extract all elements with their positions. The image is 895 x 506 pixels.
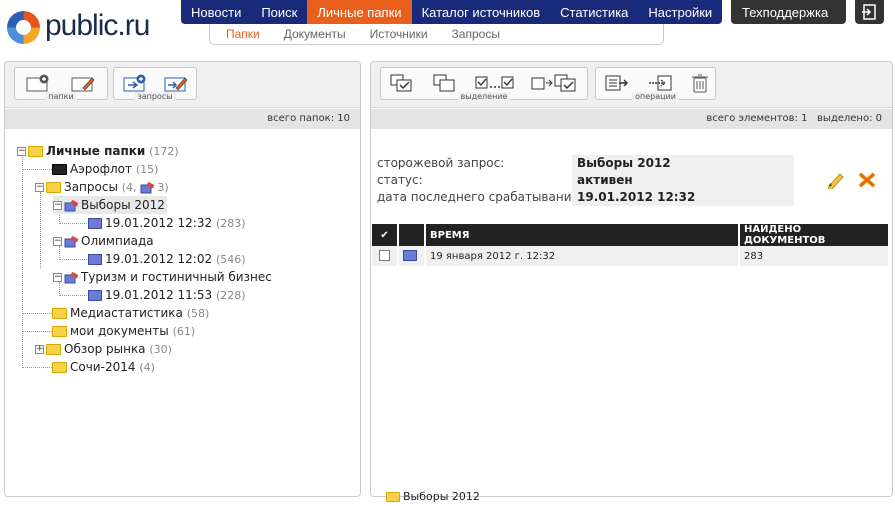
document-icon: [403, 250, 417, 262]
folders-toolbar: папки запросы: [5, 62, 360, 108]
folder-icon: [386, 492, 400, 502]
content-toolbar: выделение операции: [371, 62, 892, 108]
logo-text: public.ru: [45, 9, 150, 42]
elements-count: всего элементов: 1 выделено: 0: [371, 109, 892, 129]
tree-node-query-tourism[interactable]: − Туризм и гостиничный бизнес: [53, 268, 272, 286]
current-folder-indicator: Выборы 2012: [386, 490, 480, 503]
logo-icon: [7, 11, 40, 44]
logo[interactable]: public.ru: [7, 7, 167, 47]
row-checkbox[interactable]: [379, 250, 390, 262]
select-range-icon[interactable]: [475, 73, 515, 93]
tree-node-query-elections[interactable]: − Выборы 2012: [53, 196, 167, 214]
results-table: ✔ ВРЕМЯ НАЙДЕНО ДОКУМЕНТОВ 19 января 201…: [372, 224, 890, 266]
row-found: 283: [739, 246, 890, 266]
content-panel: выделение операции всего элементов: 1 вы…: [370, 61, 893, 497]
subtab-folders[interactable]: Папки: [226, 24, 272, 44]
document-icon: [88, 290, 102, 301]
nav-statistics[interactable]: Статистика: [550, 0, 638, 24]
tree-node-result-elections[interactable]: 19.01.2012 12:32 (283): [88, 214, 246, 232]
total-elements: всего элементов: 1: [706, 113, 808, 124]
tree-node-query-olympiad[interactable]: − Олимпиада: [53, 232, 154, 250]
folders-count: всего папок: 10: [5, 109, 360, 129]
support-button[interactable]: Техподдержка: [731, 0, 846, 24]
last-trigger-label: дата последнего срабатывания:: [377, 190, 583, 204]
invert-selection-icon[interactable]: [531, 73, 581, 93]
tree-node-result-olympiad[interactable]: 19.01.2012 12:02 (546): [88, 250, 246, 268]
queries-group: запросы: [113, 67, 197, 101]
new-query-icon[interactable]: [123, 73, 147, 93]
select-column-header[interactable]: ✔: [372, 224, 399, 246]
nav-source-catalog[interactable]: Каталог источников: [412, 0, 551, 24]
collapse-toggle[interactable]: −: [53, 273, 62, 282]
current-folder-label: Выборы 2012: [403, 490, 480, 503]
folders-group: папки: [14, 67, 108, 101]
document-icon: [88, 218, 102, 229]
status-value: активен: [572, 172, 794, 189]
nav-search[interactable]: Поиск: [251, 0, 307, 24]
move-icon[interactable]: [648, 73, 672, 93]
folder-icon: [46, 182, 61, 193]
edit-query-icon[interactable]: [164, 73, 188, 93]
subtab-queries[interactable]: Запросы: [452, 24, 512, 44]
delete-icon[interactable]: [857, 171, 877, 189]
new-folder-icon[interactable]: [26, 73, 50, 93]
edit-icon[interactable]: [826, 171, 846, 189]
subtab-sources[interactable]: Источники: [370, 24, 440, 44]
collapse-toggle[interactable]: −: [53, 237, 62, 246]
logout-icon: [862, 4, 876, 20]
document-icon: [88, 254, 102, 265]
time-column-header[interactable]: ВРЕМЯ: [425, 224, 740, 246]
tree-node-root[interactable]: − Личные папки (172): [17, 142, 179, 160]
collapse-toggle[interactable]: −: [35, 183, 44, 192]
query-icon: [64, 199, 79, 211]
selection-group: выделение: [380, 67, 588, 101]
tree-node-result-tourism[interactable]: 19.01.2012 11:53 (228): [88, 286, 246, 304]
table-row[interactable]: 19 января 2012 г. 12:32 283: [372, 246, 890, 266]
tree-node-sochi[interactable]: Сочи-2014 (4): [52, 358, 155, 376]
last-trigger-value: 19.01.2012 12:32: [572, 189, 794, 206]
logout-button[interactable]: [855, 0, 884, 24]
folder-icon: [52, 308, 67, 319]
collapse-toggle[interactable]: −: [17, 147, 26, 156]
operations-group: операции: [595, 67, 716, 101]
status-label: статус:: [377, 173, 423, 187]
folder-icon: [52, 362, 67, 373]
selection-group-label: выделение: [457, 92, 511, 101]
row-time: 19 января 2012 г. 12:32: [425, 246, 740, 266]
deselect-all-icon[interactable]: [433, 73, 457, 93]
query-icon: [140, 181, 155, 193]
queries-group-label: запросы: [134, 92, 176, 101]
edit-folder-icon[interactable]: [71, 73, 95, 93]
nav-personal-folders[interactable]: Личные папки: [307, 0, 412, 24]
selected-elements: выделено: 0: [817, 113, 882, 124]
query-value: Выборы 2012: [572, 155, 794, 172]
folder-icon: [46, 344, 61, 355]
subtab-documents[interactable]: Документы: [284, 24, 358, 44]
tree-node-my-documents[interactable]: мои документы (61): [52, 322, 195, 340]
folder-icon: [28, 146, 43, 157]
top-navigation: Новости Поиск Личные папки Каталог источ…: [181, 0, 723, 24]
operations-group-label: операции: [632, 92, 679, 101]
found-column-header[interactable]: НАЙДЕНО ДОКУМЕНТОВ: [739, 224, 890, 246]
select-all-icon[interactable]: [390, 73, 414, 93]
collapse-toggle[interactable]: −: [53, 201, 62, 210]
tree-node-queries[interactable]: − Запросы (4, 3): [35, 178, 169, 196]
folder-icon: [52, 164, 67, 175]
folders-group-label: папки: [45, 92, 77, 101]
nav-news[interactable]: Новости: [181, 0, 251, 24]
tree-node-aeroflot[interactable]: Аэрофлот (15): [52, 160, 158, 178]
nav-settings[interactable]: Настройки: [638, 0, 722, 24]
type-column-header: [398, 224, 426, 246]
expand-toggle[interactable]: +: [35, 345, 44, 354]
sub-navigation: Папки Документы Источники Запросы: [209, 24, 664, 45]
tree-node-market-review[interactable]: + Обзор рынка (30): [35, 340, 172, 358]
trash-icon[interactable]: [688, 73, 712, 93]
query-icon: [64, 235, 79, 247]
export-icon[interactable]: [605, 73, 629, 93]
folder-icon: [52, 326, 67, 337]
query-icon: [64, 271, 79, 283]
tree-node-media-stats[interactable]: Медиастатистика (58): [52, 304, 209, 322]
query-label: сторожевой запрос:: [377, 156, 505, 170]
